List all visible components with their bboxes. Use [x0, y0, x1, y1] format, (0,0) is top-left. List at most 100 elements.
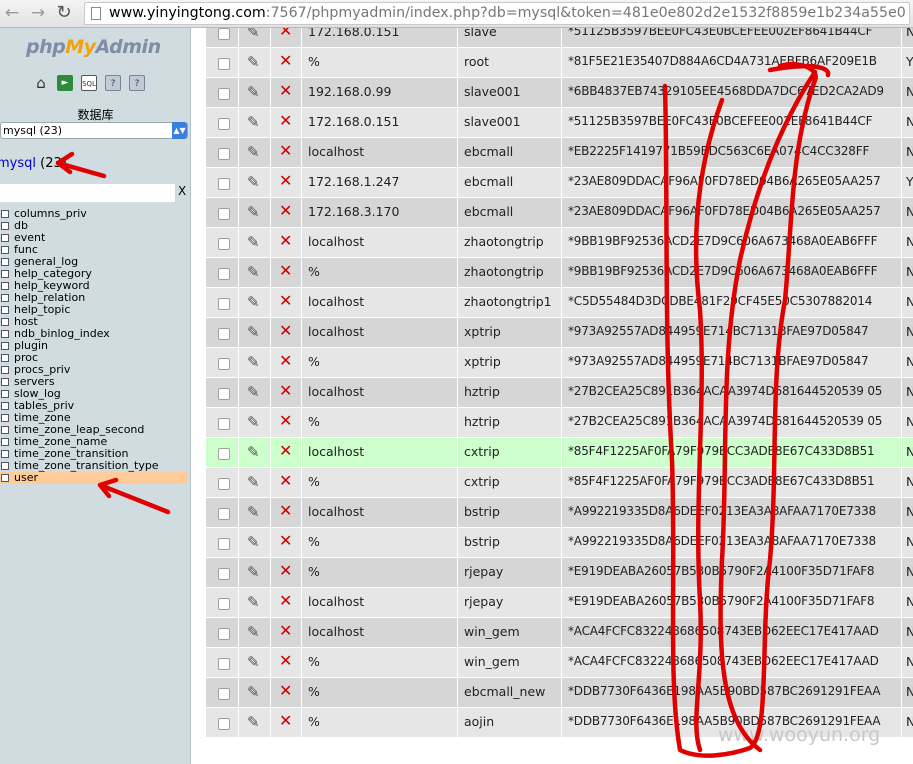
- pencil-edit-icon[interactable]: ✎: [247, 714, 260, 730]
- user-value: xptrip: [464, 324, 501, 339]
- row-checkbox[interactable]: [218, 598, 230, 610]
- pencil-edit-icon[interactable]: ✎: [247, 564, 260, 580]
- delete-icon[interactable]: ✕: [279, 593, 292, 609]
- password-value: *27B2CEA25C891B364ACAA3974D681644520539 …: [568, 384, 883, 398]
- pencil-edit-icon[interactable]: ✎: [247, 54, 260, 70]
- delete-icon[interactable]: ✕: [279, 503, 292, 519]
- delete-icon[interactable]: ✕: [279, 323, 292, 339]
- forward-arrow-icon[interactable]: →: [28, 3, 48, 23]
- pencil-edit-icon[interactable]: ✎: [247, 84, 260, 100]
- delete-icon[interactable]: ✕: [279, 413, 292, 429]
- delete-icon[interactable]: ✕: [279, 233, 292, 249]
- pencil-edit-icon[interactable]: ✎: [247, 114, 260, 130]
- sidebar-table-item[interactable]: columns_priv: [0, 208, 188, 220]
- pencil-edit-icon[interactable]: ✎: [247, 174, 260, 190]
- row-checkbox[interactable]: [218, 208, 230, 220]
- pencil-edit-icon[interactable]: ✎: [247, 624, 260, 640]
- back-arrow-icon[interactable]: ←: [2, 3, 22, 23]
- table-filter-input[interactable]: [0, 184, 175, 202]
- row-checkbox[interactable]: [218, 58, 230, 70]
- pencil-edit-icon[interactable]: ✎: [247, 384, 260, 400]
- phpmyadmin-logo[interactable]: phpMyAdmin: [26, 36, 161, 58]
- edit-cell: ✎: [239, 78, 271, 108]
- reload-icon[interactable]: ↻: [54, 3, 74, 23]
- delete-icon[interactable]: ✕: [279, 28, 292, 39]
- delete-icon[interactable]: ✕: [279, 293, 292, 309]
- pencil-edit-icon[interactable]: ✎: [247, 234, 260, 250]
- delete-icon[interactable]: ✕: [279, 473, 292, 489]
- pencil-edit-icon[interactable]: ✎: [247, 594, 260, 610]
- database-link[interactable]: mysql (23): [0, 156, 67, 171]
- database-select[interactable]: mysql (23) ▲▼: [0, 122, 188, 139]
- privilege-cell: N: [902, 468, 913, 498]
- address-bar[interactable]: www.yinyingtong.com:7567/phpmyadmin/inde…: [84, 2, 910, 25]
- filter-clear-button[interactable]: X: [178, 184, 186, 198]
- row-checkbox[interactable]: [218, 328, 230, 340]
- row-checkbox[interactable]: [218, 478, 230, 490]
- pencil-edit-icon[interactable]: ✎: [247, 534, 260, 550]
- delete-icon[interactable]: ✕: [279, 383, 292, 399]
- row-checkbox[interactable]: [218, 238, 230, 250]
- edit-cell: ✎: [239, 108, 271, 138]
- row-checkbox[interactable]: [218, 538, 230, 550]
- delete-icon[interactable]: ✕: [279, 113, 292, 129]
- delete-icon[interactable]: ✕: [279, 443, 292, 459]
- row-checkbox[interactable]: [218, 268, 230, 280]
- delete-icon[interactable]: ✕: [279, 533, 292, 549]
- row-checkbox[interactable]: [218, 568, 230, 580]
- delete-icon[interactable]: ✕: [279, 203, 292, 219]
- delete-icon[interactable]: ✕: [279, 713, 292, 729]
- row-checkbox[interactable]: [218, 718, 230, 730]
- row-checkbox[interactable]: [218, 418, 230, 430]
- sql-query-icon[interactable]: SQL: [81, 75, 97, 91]
- table-row: ✎ ✕% cxtrip *85F4F1225AF0FA79F979BCC3ADE8E6…: [206, 468, 913, 498]
- row-checkbox[interactable]: [218, 508, 230, 520]
- privilege-value: N: [906, 444, 913, 459]
- pencil-edit-icon[interactable]: ✎: [247, 414, 260, 430]
- row-checkbox[interactable]: [218, 178, 230, 190]
- delete-icon[interactable]: ✕: [279, 173, 292, 189]
- row-checkbox[interactable]: [218, 628, 230, 640]
- pencil-edit-icon[interactable]: ✎: [247, 444, 260, 460]
- delete-icon[interactable]: ✕: [279, 653, 292, 669]
- pencil-edit-icon[interactable]: ✎: [247, 654, 260, 670]
- delete-icon[interactable]: ✕: [279, 263, 292, 279]
- pencil-edit-icon[interactable]: ✎: [247, 324, 260, 340]
- pencil-edit-icon[interactable]: ✎: [247, 504, 260, 520]
- row-checkbox[interactable]: [218, 658, 230, 670]
- pencil-edit-icon[interactable]: ✎: [247, 28, 260, 40]
- row-checkbox-cell: [206, 408, 239, 438]
- documentation-icon[interactable]: ?: [129, 75, 145, 91]
- home-icon[interactable]: ⌂: [33, 75, 49, 91]
- pencil-edit-icon[interactable]: ✎: [247, 294, 260, 310]
- row-checkbox[interactable]: [218, 118, 230, 130]
- pencil-edit-icon[interactable]: ✎: [247, 354, 260, 370]
- pencil-edit-icon[interactable]: ✎: [247, 264, 260, 280]
- url-text[interactable]: www.yinyingtong.com:7567/phpmyadmin/inde…: [109, 5, 906, 21]
- row-checkbox[interactable]: [218, 688, 230, 700]
- pencil-edit-icon[interactable]: ✎: [247, 474, 260, 490]
- row-checkbox[interactable]: [218, 28, 230, 40]
- delete-icon[interactable]: ✕: [279, 683, 292, 699]
- help-icon[interactable]: ?: [105, 75, 121, 91]
- exit-icon[interactable]: ►: [57, 75, 73, 91]
- delete-icon[interactable]: ✕: [279, 83, 292, 99]
- row-checkbox[interactable]: [218, 388, 230, 400]
- row-checkbox[interactable]: [218, 148, 230, 160]
- delete-cell: ✕: [271, 288, 302, 318]
- pencil-edit-icon[interactable]: ✎: [247, 144, 260, 160]
- delete-icon[interactable]: ✕: [279, 563, 292, 579]
- row-checkbox[interactable]: [218, 298, 230, 310]
- delete-icon[interactable]: ✕: [279, 143, 292, 159]
- pencil-edit-icon[interactable]: ✎: [247, 204, 260, 220]
- privilege-cell: N: [902, 228, 913, 258]
- chevron-updown-icon: ▲▼: [172, 122, 187, 139]
- delete-icon[interactable]: ✕: [279, 53, 292, 69]
- row-checkbox[interactable]: [218, 88, 230, 100]
- row-checkbox[interactable]: [218, 358, 230, 370]
- pencil-edit-icon[interactable]: ✎: [247, 684, 260, 700]
- delete-icon[interactable]: ✕: [279, 623, 292, 639]
- delete-icon[interactable]: ✕: [279, 353, 292, 369]
- sidebar-table-item[interactable]: user: [0, 472, 188, 484]
- row-checkbox[interactable]: [218, 448, 230, 460]
